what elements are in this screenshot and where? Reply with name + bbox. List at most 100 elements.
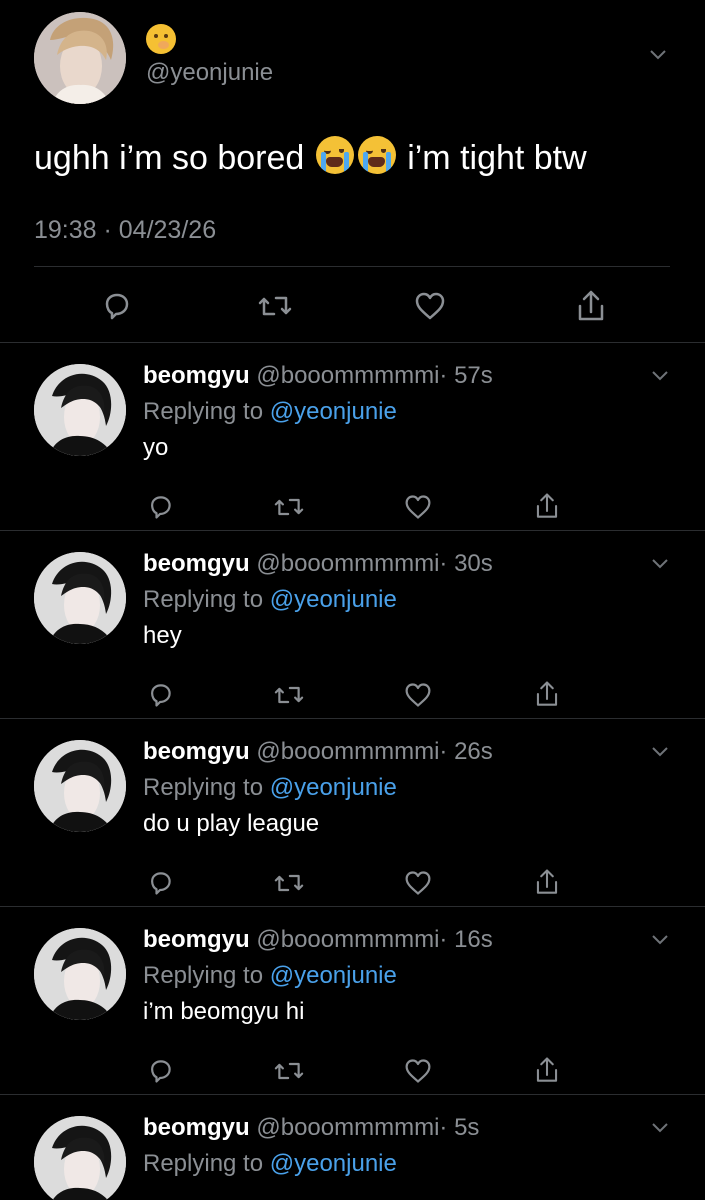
retweet-button[interactable]	[272, 868, 306, 898]
heart-icon	[405, 871, 431, 895]
username[interactable]: @booommmmmi	[256, 738, 439, 765]
reply-button[interactable]	[99, 289, 133, 323]
share-button[interactable]	[532, 490, 562, 522]
main-avatar[interactable]	[34, 12, 126, 104]
reply-row[interactable]: beomgyu @booommmmmi· 5s Replying to @yeo…	[0, 1094, 705, 1200]
replying-to-label: Replying to	[143, 1150, 270, 1177]
replying-to-handle[interactable]: @yeonjunie	[270, 586, 397, 613]
reply-button[interactable]	[145, 680, 175, 710]
beomgyu-avatar-portrait	[34, 928, 126, 1020]
reply-actions	[0, 680, 705, 712]
like-button[interactable]	[402, 680, 434, 710]
replying-to: Replying to @yeonjunie	[143, 962, 397, 990]
replying-to: Replying to @yeonjunie	[143, 398, 397, 426]
display-name[interactable]: beomgyu	[143, 926, 250, 953]
relative-time: · 30s	[439, 550, 493, 577]
reply-avatar[interactable]	[34, 928, 126, 1020]
reply-button[interactable]	[145, 1056, 175, 1086]
heart-icon	[415, 292, 445, 320]
retweet-button[interactable]	[272, 680, 306, 710]
like-button[interactable]	[402, 868, 434, 898]
reply-header: beomgyu @booommmmmi· 5s	[143, 1114, 479, 1148]
retweet-icon	[274, 686, 304, 704]
replying-to-handle[interactable]: @yeonjunie	[270, 962, 397, 989]
tweet-timestamp: 19:38 · 04/23/26	[34, 216, 217, 244]
share-button[interactable]	[532, 866, 562, 898]
main-divider	[34, 266, 670, 267]
reply-avatar[interactable]	[34, 740, 126, 832]
share-icon	[536, 1057, 558, 1082]
beomgyu-avatar-portrait	[34, 364, 126, 456]
username[interactable]: @booommmmmi	[256, 926, 439, 953]
reply-actions	[0, 1056, 705, 1088]
reply-row[interactable]: beomgyu @booommmmmi· 26s Replying to @ye…	[0, 718, 705, 906]
reply-icon	[151, 684, 171, 707]
share-icon	[578, 290, 604, 321]
share-button[interactable]	[532, 678, 562, 710]
retweet-icon	[274, 498, 304, 516]
reply-more-icon	[652, 1123, 668, 1133]
replying-to-handle[interactable]: @yeonjunie	[270, 1150, 397, 1177]
replying-to-handle[interactable]: @yeonjunie	[270, 774, 397, 801]
beomgyu-avatar-portrait	[34, 1116, 126, 1200]
reply-row[interactable]: beomgyu @booommmmmi· 16s Replying to @ye…	[0, 906, 705, 1094]
replying-to-label: Replying to	[143, 398, 270, 425]
display-name[interactable]: beomgyu	[143, 738, 250, 765]
display-name[interactable]: beomgyu	[143, 550, 250, 577]
username[interactable]: @booommmmmi	[256, 1114, 439, 1141]
chevron-down-icon[interactable]	[651, 367, 669, 385]
chevron-down-icon[interactable]	[651, 743, 669, 761]
beomgyu-avatar-portrait	[34, 552, 126, 644]
reply-text: hey	[143, 622, 182, 649]
share-icon	[536, 681, 558, 706]
username[interactable]: @booommmmmi	[256, 550, 439, 577]
reply-avatar[interactable]	[34, 364, 126, 456]
replying-to: Replying to @yeonjunie	[143, 1150, 397, 1178]
share-button[interactable]	[574, 287, 608, 325]
retweet-button[interactable]	[272, 1056, 306, 1086]
display-name[interactable]: beomgyu	[143, 1114, 250, 1141]
reply-header: beomgyu @booommmmmi· 30s	[143, 550, 493, 584]
reply-actions	[0, 868, 705, 900]
like-button[interactable]	[402, 492, 434, 522]
share-icon	[536, 493, 558, 518]
yawning-face-icon	[146, 24, 176, 54]
tear-left	[362, 152, 368, 174]
reply-button[interactable]	[145, 492, 175, 522]
like-button[interactable]	[402, 1056, 434, 1086]
chevron-down-icon[interactable]	[651, 1119, 669, 1137]
share-button[interactable]	[532, 1054, 562, 1086]
main-avatar-portrait	[34, 12, 126, 104]
reply-avatar[interactable]	[34, 1116, 126, 1200]
reply-actions	[0, 492, 705, 524]
reply-more-icon	[652, 935, 668, 945]
retweet-button[interactable]	[256, 289, 294, 323]
reply-header: beomgyu @booommmmmi· 16s	[143, 926, 493, 960]
relative-time: · 26s	[439, 738, 493, 765]
heart-icon	[405, 1059, 431, 1083]
reply-avatar[interactable]	[34, 552, 126, 644]
relative-time: · 5s	[439, 1114, 480, 1141]
replying-to: Replying to @yeonjunie	[143, 586, 397, 614]
replying-to-label: Replying to	[143, 962, 270, 989]
reply-row[interactable]: beomgyu @booommmmmi· 57s Replying to @ye…	[0, 342, 705, 530]
reply-row[interactable]: beomgyu @booommmmmi· 30s Replying to @ye…	[0, 530, 705, 718]
tear-left	[320, 152, 326, 174]
chevron-down-icon[interactable]	[651, 931, 669, 949]
retweet-icon	[274, 874, 304, 892]
username[interactable]: @booommmmmi	[256, 362, 439, 389]
chevron-down-icon[interactable]	[651, 555, 669, 573]
tear-right	[343, 152, 349, 174]
display-name[interactable]: beomgyu	[143, 362, 250, 389]
main-tweet[interactable]: @yeonjunie ughh i’m so bored i’m tight b…	[0, 0, 705, 342]
like-button[interactable]	[412, 289, 448, 323]
reply-button[interactable]	[145, 868, 175, 898]
chevron-down-icon[interactable]	[649, 46, 667, 64]
main-text-prefix: ughh i’m so bored	[34, 139, 305, 177]
replying-to-handle[interactable]: @yeonjunie	[270, 398, 397, 425]
loudly-crying-face-icon	[315, 136, 354, 174]
reply-more-icon	[652, 747, 668, 757]
retweet-button[interactable]	[272, 492, 306, 522]
main-handle[interactable]: @yeonjunie	[146, 59, 273, 87]
main-tweet-text: ughh i’m so bored i’m tight btw	[34, 136, 587, 178]
